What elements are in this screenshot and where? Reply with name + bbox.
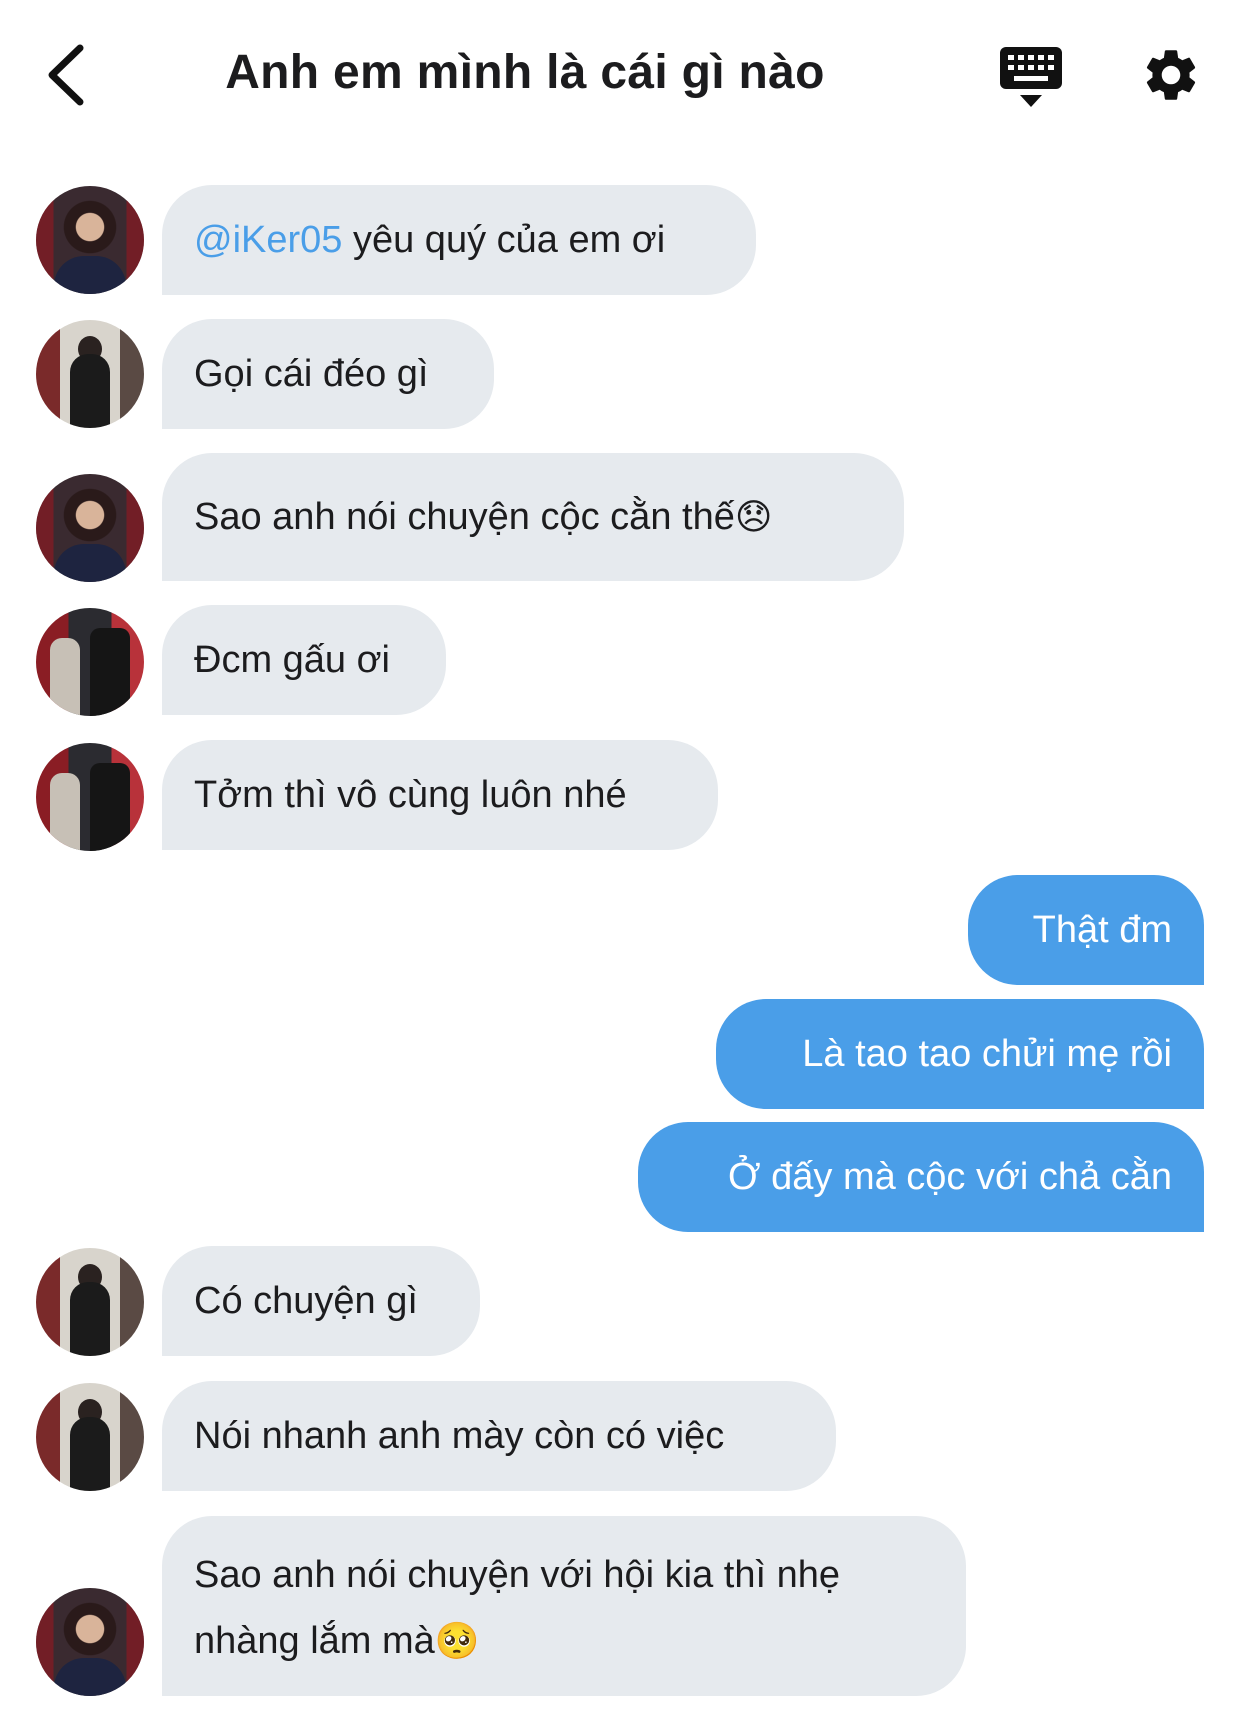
message-bubble-outgoing[interactable]: Thật đm	[968, 875, 1204, 985]
message-bubble-incoming[interactable]: Có chuyện gì	[162, 1246, 480, 1356]
gear-icon	[1146, 50, 1196, 100]
avatar[interactable]	[36, 474, 144, 582]
message-bubble-incoming[interactable]: Sao anh nói chuyện với hội kia thì nhẹ n…	[162, 1516, 966, 1696]
avatar[interactable]	[36, 1248, 144, 1356]
message-text: Thật đm	[1032, 909, 1172, 951]
disappointed-face-emoji: 😞	[734, 497, 773, 538]
message-text: Đcm gấu ơi	[194, 639, 390, 681]
message-text: Ở đấy mà cộc với chả cằn	[727, 1156, 1172, 1198]
keyboard-icon	[1000, 47, 1062, 107]
user-mention[interactable]: @iKer05	[194, 219, 342, 261]
message-bubble-incoming[interactable]: Nói nhanh anh mày còn có việc	[162, 1381, 836, 1491]
message-text: Sao anh nói chuyện cộc cằn thế	[194, 496, 735, 538]
avatar[interactable]	[36, 186, 144, 294]
keyboard-button[interactable]	[998, 45, 1064, 111]
message-text-line: Sao anh nói chuyện với hội kia thì nhẹ	[194, 1554, 841, 1596]
message-text: yêu quý của em ơi	[342, 219, 666, 261]
chat-title: Anh em mình là cái gì nào	[225, 46, 825, 99]
message-bubble-incoming[interactable]: Tởm thì vô cùng luôn nhé	[162, 740, 718, 850]
message-bubble-incoming[interactable]: @iKer05 yêu quý của em ơi	[162, 185, 756, 295]
message-text-line: nhàng lắm mà	[194, 1620, 435, 1662]
pleading-face-emoji: 🥺	[434, 1621, 480, 1662]
message-bubble-incoming[interactable]: Sao anh nói chuyện cộc cằn thế😞	[162, 453, 904, 581]
message-bubble-outgoing[interactable]: Ở đấy mà cộc với chả cằn	[638, 1122, 1204, 1232]
chevron-left-icon	[48, 44, 84, 106]
avatar[interactable]	[36, 1588, 144, 1696]
avatar[interactable]	[36, 743, 144, 851]
message-text: Tởm thì vô cùng luôn nhé	[194, 774, 627, 816]
avatar[interactable]	[36, 320, 144, 428]
message-bubble-outgoing[interactable]: Là tao tao chửi mẹ rồi	[716, 999, 1204, 1109]
message-text: Nói nhanh anh mày còn có việc	[194, 1415, 725, 1457]
avatar[interactable]	[36, 608, 144, 716]
chat-screen: Anh em mình là cái gì nào @iKer05 yêu qu…	[0, 0, 1242, 1710]
message-text: Có chuyện gì	[194, 1280, 418, 1322]
back-button[interactable]	[40, 40, 100, 110]
message-bubble-incoming[interactable]: Gọi cái đéo gì	[162, 319, 494, 429]
message-text: Gọi cái đéo gì	[194, 353, 429, 395]
message-text: Là tao tao chửi mẹ rồi	[802, 1033, 1172, 1075]
settings-button[interactable]	[1140, 44, 1202, 106]
avatar[interactable]	[36, 1383, 144, 1491]
chat-header: Anh em mình là cái gì nào	[0, 0, 1242, 150]
message-bubble-incoming[interactable]: Đcm gấu ơi	[162, 605, 446, 715]
